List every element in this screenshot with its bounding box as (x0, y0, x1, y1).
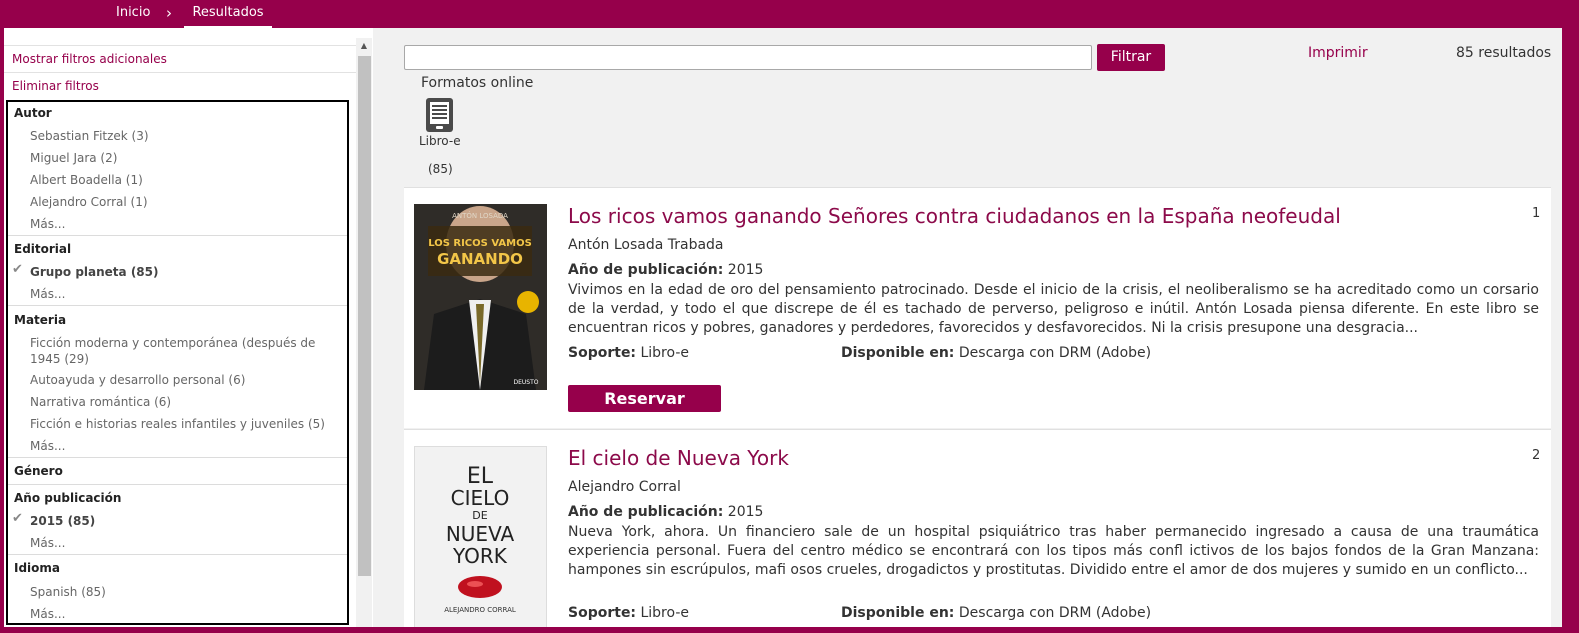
facet-item-author[interactable]: Albert Boadella (1) (30, 172, 340, 188)
divider (8, 235, 347, 236)
clear-filters-link[interactable]: Eliminar filtros (4, 72, 356, 99)
cover-title-line1: LOS RICOS VAMOS (428, 238, 532, 249)
cover-title-line2: GANANDO (437, 250, 523, 268)
result-year: Año de publicación: 2015 (568, 262, 763, 278)
support-value: Libro-e (640, 605, 689, 621)
result-number: 2 (1532, 448, 1541, 463)
facet-title-idioma: Idioma (14, 561, 61, 575)
format-label[interactable]: Libro-e (419, 134, 461, 148)
frame-bottom-border (0, 627, 1579, 633)
facet-item-subject[interactable]: Ficción moderna y contemporánea (después… (30, 335, 340, 367)
cover-author-text: ANTÓN LOSADA (452, 211, 508, 220)
cover-title-l5: YORK (452, 544, 508, 568)
year-label: Año de publicación: (568, 504, 724, 520)
facet-item-subject[interactable]: Narrativa romántica (6) (30, 394, 340, 410)
divider (8, 305, 347, 306)
scroll-up-arrow-icon[interactable]: ▲ (356, 38, 372, 54)
facet-title-year: Año publicación (14, 491, 122, 505)
facet-title-autor: Autor (14, 106, 52, 120)
facet-more-year-link[interactable]: Más... (30, 535, 340, 551)
ebook-reader-icon[interactable] (425, 97, 454, 133)
result-title-link[interactable]: Los ricos vamos ganando Señores contra c… (568, 204, 1341, 228)
book-cover-image[interactable]: EL CIELO DE NUEVA YORK ALEJANDRO CORRAL (414, 446, 547, 632)
divider (8, 554, 347, 555)
cover-publisher-text: DEUSTO (514, 379, 539, 386)
facet-more-materia-link[interactable]: Más... (30, 438, 340, 454)
checkmark-icon: ✔ (12, 262, 23, 277)
show-more-filters-link[interactable]: Mostrar filtros adicionales (4, 45, 356, 72)
available-label: Disponible en: (841, 345, 955, 361)
facet-more-idioma-link[interactable]: Más... (30, 606, 340, 622)
result-title-link[interactable]: El cielo de Nueva York (568, 446, 789, 470)
divider (8, 457, 347, 458)
filter-search-input[interactable] (404, 45, 1092, 70)
facet-item-language[interactable]: Spanish (85) (30, 584, 340, 600)
result-description: Nueva York, ahora. Un financiero sale de… (568, 524, 1539, 578)
available-value: Descarga con DRM (Adobe) (958, 605, 1152, 621)
facet-title-editorial: Editorial (14, 242, 72, 256)
result-year: Año de publicación: 2015 (568, 504, 763, 520)
facet-item-author[interactable]: Miguel Jara (2) (30, 150, 340, 166)
result-item: ANTÓN LOSADA LOS RICOS VAMOS GANANDO DEU… (404, 187, 1551, 428)
filters-sidebar: Mostrar filtros adicionales Eliminar fil… (4, 28, 356, 627)
year-label: Año de publicación: (568, 262, 724, 278)
result-availability: Disponible en: Descarga con DRM (Adobe) (841, 345, 1151, 361)
year-value: 2015 (727, 262, 764, 278)
facet-title-genero[interactable]: Género (8, 460, 347, 482)
result-author: Alejandro Corral (568, 479, 681, 495)
facet-selected-year[interactable]: 2015 (85) (30, 513, 340, 529)
cover-author-text: ALEJANDRO CORRAL (444, 606, 516, 614)
year-value: 2015 (727, 504, 764, 520)
format-count: (85) (428, 162, 453, 176)
result-support: Soporte: Libro-e (568, 345, 689, 361)
facet-selected-editorial[interactable]: Grupo planeta (85) (30, 264, 340, 280)
result-author: Antón Losada Trabada (568, 237, 724, 253)
results-count: 85 resultados (1456, 45, 1552, 61)
facet-title-materia: Materia (14, 313, 67, 327)
breadcrumb-home-link[interactable]: Inicio (116, 0, 150, 26)
available-value: Descarga con DRM (Adobe) (958, 345, 1152, 361)
support-value: Libro-e (640, 345, 689, 361)
result-support: Soporte: Libro-e (568, 605, 689, 621)
facet-item-subject[interactable]: Ficción e historias reales infantiles y … (30, 416, 340, 432)
facet-item-author[interactable]: Sebastian Fitzek (3) (30, 128, 340, 144)
frame-right-border (1562, 28, 1579, 633)
checkmark-icon: ✔ (12, 511, 23, 526)
support-label: Soporte: (568, 345, 637, 361)
result-item: EL CIELO DE NUEVA YORK ALEJANDRO CORRAL … (404, 429, 1551, 632)
cover-title-l2: CIELO (451, 486, 510, 510)
cover-title-l4: NUEVA (446, 522, 515, 546)
facet-list: Autor Sebastian Fitzek (3) Miguel Jara (… (6, 100, 349, 625)
support-label: Soporte: (568, 605, 637, 621)
facet-more-editorial-link[interactable]: Más... (30, 286, 340, 302)
sidebar-scrollbar-thumb[interactable] (358, 56, 371, 576)
chevron-right-icon: › (166, 4, 172, 22)
reserve-button[interactable]: Reservar (568, 385, 721, 412)
print-link[interactable]: Imprimir (1308, 45, 1368, 61)
breadcrumb-current: Resultados (184, 0, 272, 28)
formats-title: Formatos online (421, 75, 534, 91)
result-availability: Disponible en: Descarga con DRM (Adobe) (841, 605, 1151, 621)
divider (8, 484, 347, 485)
facet-more-autor-link[interactable]: Más... (30, 216, 340, 232)
book-cover-image[interactable]: ANTÓN LOSADA LOS RICOS VAMOS GANANDO DEU… (414, 204, 547, 390)
available-label: Disponible en: (841, 605, 955, 621)
cover-title-l3: DE (472, 509, 487, 522)
result-description: Vivimos en la edad de oro del pensamient… (568, 282, 1539, 336)
filter-button[interactable]: Filtrar (1097, 44, 1165, 71)
facet-item-author[interactable]: Alejandro Corral (1) (30, 194, 340, 210)
facet-item-subject[interactable]: Autoayuda y desarrollo personal (6) (30, 372, 340, 388)
result-number: 1 (1532, 206, 1541, 221)
